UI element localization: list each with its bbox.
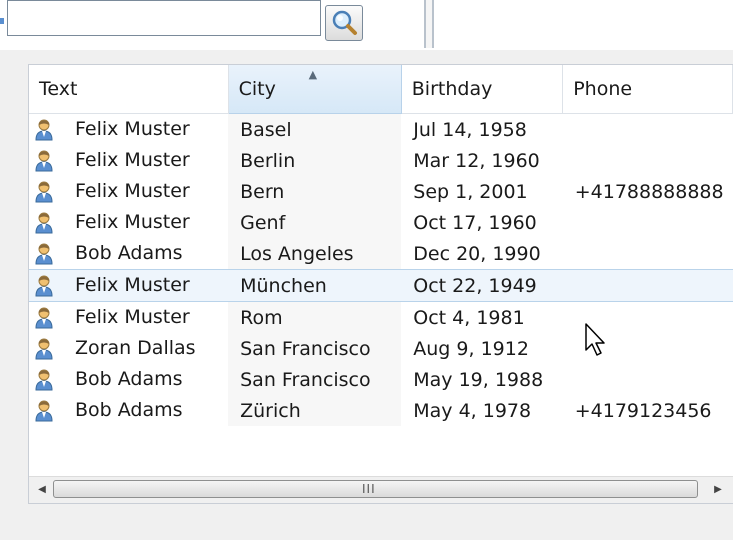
phone-cell <box>563 114 733 146</box>
birthday-cell: Jul 14, 1958 <box>413 118 527 141</box>
name-text: Zoran Dallas <box>75 337 196 360</box>
name-text: Felix Muster <box>75 274 190 297</box>
scroll-thumb[interactable]: III <box>53 480 698 498</box>
city-cell: Basel <box>228 113 402 145</box>
city-cell: München <box>228 269 402 302</box>
sort-ascending-icon: ▲ <box>308 68 318 81</box>
column-header-city-label: City <box>238 78 276 100</box>
horizontal-scrollbar[interactable]: ◀ III ▶ <box>29 476 733 503</box>
table-row[interactable]: Felix Muster Bern Sep 1, 2001 +417888888… <box>29 176 733 207</box>
column-header-text[interactable]: Text <box>29 65 229 114</box>
birthday-cell: Sep 1, 2001 <box>413 180 528 203</box>
user-icon <box>35 400 53 422</box>
search-button[interactable] <box>325 5 363 41</box>
table-row[interactable]: Felix Muster Berlin Mar 12, 1960 <box>29 145 733 176</box>
search-bar <box>0 0 733 50</box>
name-cell: Zoran Dallas <box>29 333 228 364</box>
user-icon <box>35 119 53 141</box>
results-popup: Text ▲ City Birthday Phone Felix Muster … <box>18 50 733 540</box>
mouse-cursor-icon <box>585 323 605 356</box>
name-text: Bob Adams <box>75 399 183 422</box>
splitter[interactable] <box>424 0 434 48</box>
name-cell: Felix Muster <box>29 302 228 334</box>
phone-cell <box>563 207 733 238</box>
results-grid: Text ▲ City Birthday Phone Felix Muster … <box>28 64 733 504</box>
name-text: Bob Adams <box>75 368 183 391</box>
user-icon <box>35 307 53 329</box>
user-icon <box>35 338 53 360</box>
column-header-phone[interactable]: Phone <box>562 65 733 114</box>
name-text: Bob Adams <box>75 242 183 265</box>
name-cell: Bob Adams <box>29 395 228 426</box>
birthday-cell: May 19, 1988 <box>413 368 544 391</box>
scroll-right-icon[interactable]: ▶ <box>709 481 727 499</box>
city-cell: Los Angeles <box>228 238 402 270</box>
name-cell: Felix Muster <box>29 114 228 146</box>
name-cell: Bob Adams <box>29 364 228 395</box>
name-text: Felix Muster <box>75 180 190 203</box>
user-icon <box>35 243 53 265</box>
name-cell: Felix Muster <box>29 207 228 238</box>
city-cell: San Francisco <box>228 364 402 395</box>
city-cell: Genf <box>228 207 402 238</box>
birthday-cell: Mar 12, 1960 <box>413 149 540 172</box>
name-text: Felix Muster <box>75 306 190 329</box>
name-text: Felix Muster <box>75 118 190 141</box>
name-text: Felix Muster <box>75 211 190 234</box>
birthday-cell: May 4, 1978 <box>413 399 532 422</box>
phone-cell <box>563 364 733 395</box>
phone-cell <box>563 145 733 176</box>
city-cell: Berlin <box>228 145 402 176</box>
name-cell: Bob Adams <box>29 238 228 270</box>
table-row[interactable]: Felix Muster Rom Oct 4, 1981 <box>29 301 733 334</box>
birthday-cell: Aug 9, 1912 <box>413 337 529 360</box>
scroll-left-icon[interactable]: ◀ <box>33 481 51 499</box>
user-icon <box>35 369 53 391</box>
user-icon <box>35 150 53 172</box>
table-row[interactable]: Bob Adams Zürich May 4, 1978 +4179123456 <box>29 395 733 426</box>
phone-cell <box>563 238 733 270</box>
user-icon <box>35 275 53 297</box>
user-icon <box>35 181 53 203</box>
phone-cell: +41788888888 <box>574 180 724 203</box>
phone-cell <box>562 269 733 302</box>
table-row[interactable]: Felix Muster Basel Jul 14, 1958 <box>29 113 733 146</box>
results-table: Text ▲ City Birthday Phone Felix Muster … <box>29 65 733 426</box>
name-cell: Felix Muster <box>29 269 229 302</box>
table-row[interactable]: Felix Muster München Oct 22, 1949 <box>29 269 733 302</box>
user-icon <box>35 212 53 234</box>
table-row[interactable]: Bob Adams San Francisco May 19, 1988 <box>29 364 733 395</box>
table-row[interactable]: Bob Adams Los Angeles Dec 20, 1990 <box>29 238 733 270</box>
city-cell: Bern <box>228 176 402 207</box>
scroll-grip: III <box>362 482 376 496</box>
name-text: Felix Muster <box>75 149 190 172</box>
phone-cell: +4179123456 <box>574 399 712 422</box>
header-row: Text ▲ City Birthday Phone <box>29 65 733 114</box>
birthday-cell: Oct 4, 1981 <box>413 306 525 329</box>
column-header-city[interactable]: ▲ City <box>228 65 402 114</box>
name-cell: Felix Muster <box>29 176 228 207</box>
city-cell: San Francisco <box>228 333 402 364</box>
edge-marker <box>0 18 4 24</box>
column-header-birthday[interactable]: Birthday <box>401 65 564 114</box>
city-cell: Zürich <box>228 395 402 426</box>
birthday-cell: Dec 20, 1990 <box>413 242 541 265</box>
city-cell: Rom <box>228 301 402 333</box>
birthday-cell: Oct 17, 1960 <box>413 211 537 234</box>
table-row[interactable]: Felix Muster Genf Oct 17, 1960 <box>29 207 733 238</box>
search-input[interactable] <box>7 0 321 36</box>
table-row[interactable]: Zoran Dallas San Francisco Aug 9, 1912 <box>29 333 733 364</box>
name-cell: Felix Muster <box>29 145 228 176</box>
birthday-cell: Oct 22, 1949 <box>401 269 563 302</box>
search-icon <box>332 10 357 35</box>
